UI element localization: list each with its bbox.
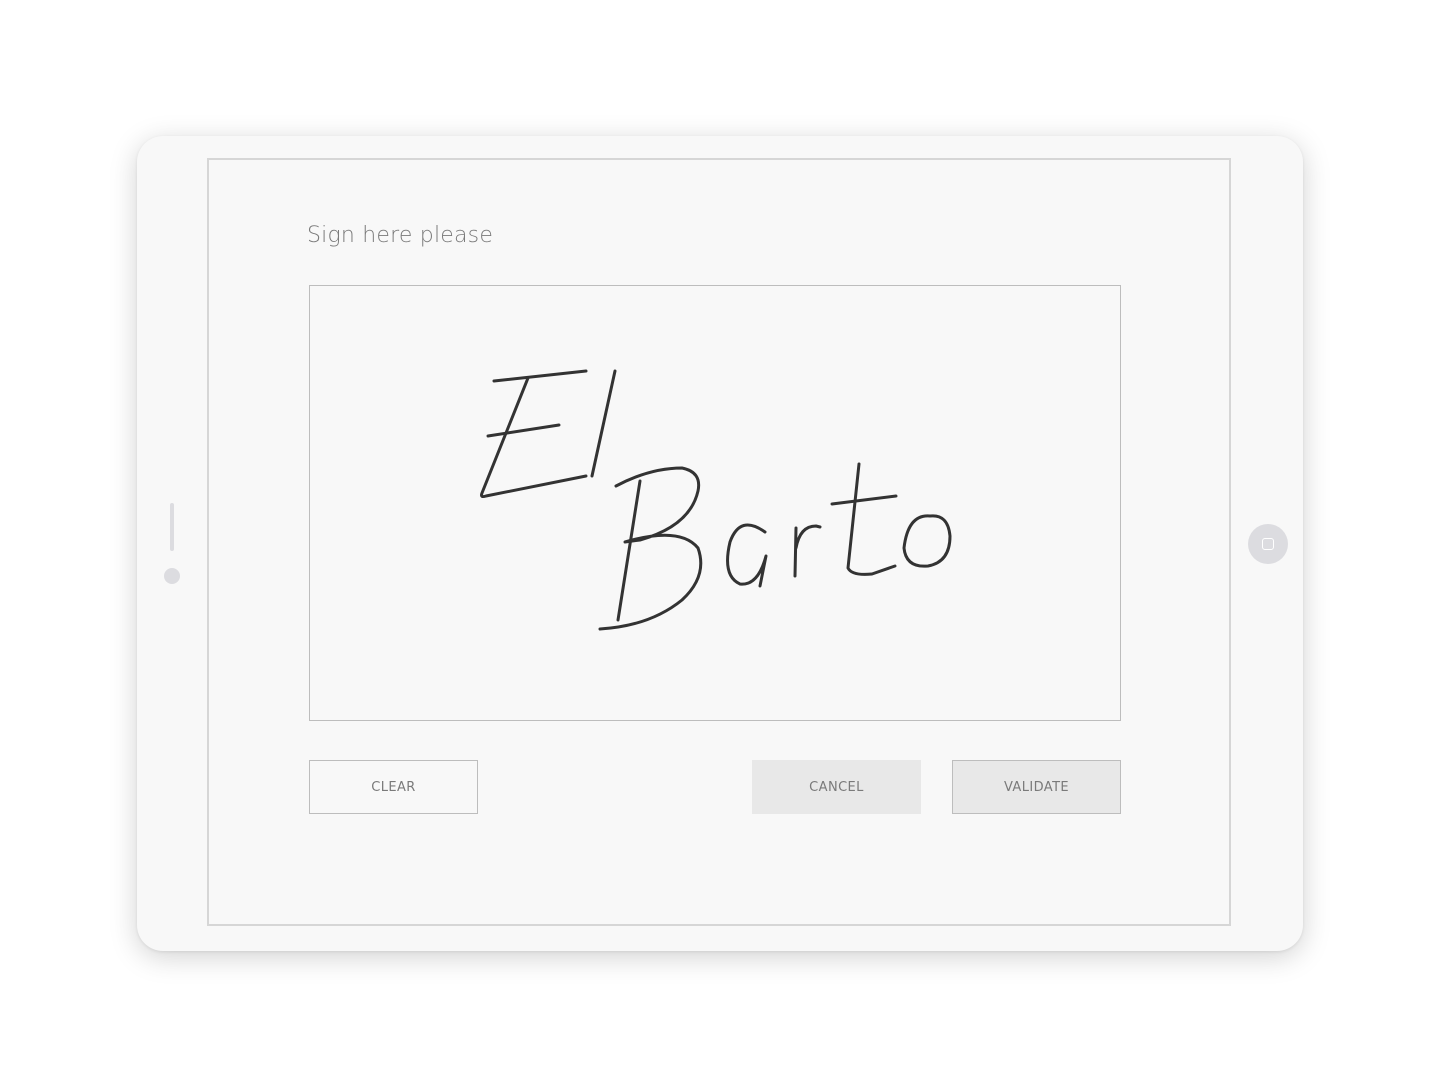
- signature-stroke-a: [726, 523, 768, 588]
- signature-stroke-l: [590, 369, 617, 478]
- side-button: [164, 568, 180, 584]
- volume-button: [170, 503, 174, 551]
- signature-stroke-b-spine: [616, 479, 642, 622]
- signature-stroke-e-top: [492, 369, 588, 383]
- home-button[interactable]: [1248, 524, 1288, 564]
- signature-stroke-r: [793, 524, 822, 578]
- sign-prompt: Sign here please: [307, 223, 494, 248]
- signature-stroke-o: [902, 514, 952, 568]
- signature-stroke-e-mid: [486, 423, 561, 438]
- signature-drawing: [480, 369, 952, 631]
- signature-stroke-b-loops: [598, 466, 703, 631]
- signature-pad[interactable]: [309, 285, 1121, 721]
- validate-button[interactable]: VALIDATE: [952, 760, 1121, 814]
- tablet-device: Sign here please CLEAR CANCEL VALIDATE: [137, 136, 1303, 951]
- signature-stroke-e-spine: [480, 376, 588, 499]
- clear-button[interactable]: CLEAR: [309, 760, 478, 814]
- signature-stroke-t-stem: [846, 462, 897, 576]
- tablet-screen: Sign here please CLEAR CANCEL VALIDATE: [207, 158, 1231, 926]
- cancel-button[interactable]: CANCEL: [752, 760, 921, 814]
- signature-stroke-t-bar: [830, 494, 898, 506]
- home-button-icon: [1262, 538, 1274, 550]
